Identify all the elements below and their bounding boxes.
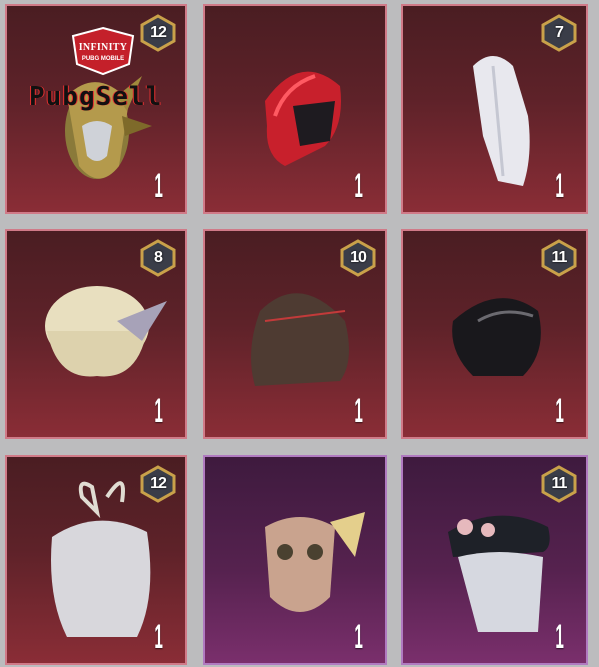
item-count: 1 xyxy=(555,167,564,205)
item-card-4[interactable]: 8 1 xyxy=(5,229,187,439)
level-number: 8 xyxy=(154,249,163,266)
level-number: 11 xyxy=(551,249,568,266)
watermark-title: INFINITY xyxy=(78,42,128,53)
item-card-9[interactable]: 11 1 xyxy=(401,455,588,665)
watermark-brand: PubgSell xyxy=(29,82,163,112)
level-number: 12 xyxy=(150,24,167,41)
item-count: 1 xyxy=(354,392,363,430)
item-card-8[interactable]: 1 xyxy=(203,455,387,665)
item-count: 1 xyxy=(154,167,163,205)
item-count: 1 xyxy=(154,618,163,656)
level-number: 10 xyxy=(350,249,367,266)
item-grid: INFINITY PUBG MOBILE PubgSell 12 1 1 7 1 xyxy=(0,0,599,667)
item-count: 1 xyxy=(154,392,163,430)
level-number: 11 xyxy=(551,475,568,492)
watermark-subtitle: PUBG MOBILE xyxy=(81,56,125,62)
level-badge: 7 xyxy=(540,14,578,52)
item-card-2[interactable]: 1 xyxy=(203,4,387,214)
level-badge: 11 xyxy=(540,465,578,503)
level-badge: 10 xyxy=(339,239,377,277)
level-badge: 8 xyxy=(139,239,177,277)
item-count: 1 xyxy=(555,618,564,656)
item-card-6[interactable]: 11 1 xyxy=(401,229,588,439)
item-card-3[interactable]: 7 1 xyxy=(401,4,588,214)
item-count: 1 xyxy=(555,392,564,430)
item-card-7[interactable]: 12 1 xyxy=(5,455,187,665)
level-number: 12 xyxy=(150,475,167,492)
item-count: 1 xyxy=(354,618,363,656)
level-badge: 11 xyxy=(540,239,578,277)
item-card-5[interactable]: 10 1 xyxy=(203,229,387,439)
level-badge: 12 xyxy=(139,14,177,52)
level-badge: 12 xyxy=(139,465,177,503)
item-card-1[interactable]: INFINITY PUBG MOBILE PubgSell 12 1 xyxy=(5,4,187,214)
level-number: 7 xyxy=(555,24,564,41)
item-count: 1 xyxy=(354,167,363,205)
